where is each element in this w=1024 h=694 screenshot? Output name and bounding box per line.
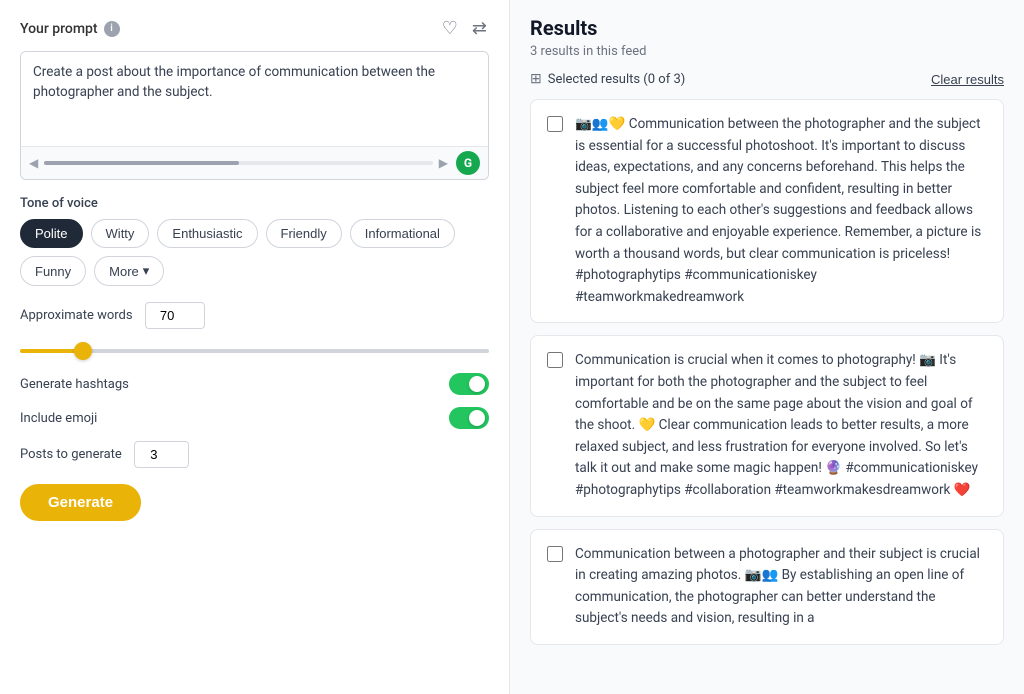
posts-to-generate-label: Posts to generate [20, 447, 122, 462]
generate-hashtags-row: Generate hashtags [20, 373, 489, 395]
right-panel: Results 3 results in this feed ⊞ Selecte… [510, 0, 1024, 694]
approx-words-label: Approximate words [20, 308, 133, 323]
result-checkbox-3[interactable] [547, 546, 563, 562]
tone-btn-polite[interactable]: Polite [20, 219, 83, 248]
share-button[interactable]: ⇄ [470, 16, 489, 41]
scroll-left-arrow[interactable]: ◀ [29, 156, 38, 170]
result-text-1: 📷👥💛 Communication between the photograph… [575, 114, 987, 308]
selected-results[interactable]: ⊞ Selected results (0 of 3) [530, 71, 685, 87]
approx-words-row: Approximate words [20, 302, 489, 329]
include-emoji-label: Include emoji [20, 411, 97, 426]
include-emoji-row: Include emoji [20, 407, 489, 429]
results-count: 3 results in this feed [530, 44, 1004, 59]
tone-btn-more[interactable]: More ▾ [94, 256, 164, 286]
result-checkbox-2[interactable] [547, 352, 563, 368]
result-checkbox-1[interactable] [547, 116, 563, 132]
prompt-header: Your prompt i ♡ ⇄ [20, 16, 489, 41]
tone-btn-funny[interactable]: Funny [20, 256, 86, 286]
expand-icon: ⊞ [530, 71, 542, 87]
selected-results-label: Selected results (0 of 3) [548, 72, 686, 87]
textarea-footer: ◀ ▶ G [21, 146, 488, 179]
tone-btn-witty[interactable]: Witty [91, 219, 150, 248]
slider-wrapper [20, 341, 489, 357]
scroll-right-arrow[interactable]: ▶ [439, 156, 448, 170]
words-input[interactable] [145, 302, 205, 329]
include-emoji-toggle[interactable] [449, 407, 489, 429]
info-icon[interactable]: i [104, 21, 120, 37]
favorite-button[interactable]: ♡ [440, 16, 460, 41]
generate-hashtags-toggle[interactable] [449, 373, 489, 395]
result-card-2: Communication is crucial when it comes t… [530, 335, 1004, 516]
tone-buttons: Polite Witty Enthusiastic Friendly Infor… [20, 219, 489, 286]
prompt-title-row: Your prompt i [20, 21, 120, 37]
prompt-title-text: Your prompt [20, 21, 98, 37]
generate-button[interactable]: Generate [20, 484, 141, 521]
result-card-1: 📷👥💛 Communication between the photograph… [530, 99, 1004, 323]
results-title: Results [530, 16, 1004, 40]
tone-btn-informational[interactable]: Informational [350, 219, 455, 248]
grammarly-icon[interactable]: G [456, 151, 480, 175]
posts-to-generate-row: Posts to generate [20, 441, 489, 468]
tone-btn-friendly[interactable]: Friendly [266, 219, 342, 248]
toggle-slider-hashtags [449, 373, 489, 395]
result-text-2: Communication is crucial when it comes t… [575, 350, 987, 501]
posts-input[interactable] [134, 441, 189, 468]
chevron-down-icon: ▾ [143, 263, 150, 279]
result-text-3: Communication between a photographer and… [575, 544, 987, 630]
tone-label: Tone of voice [20, 196, 489, 211]
left-panel: Your prompt i ♡ ⇄ Create a post about th… [0, 0, 510, 694]
results-toolbar: ⊞ Selected results (0 of 3) Clear result… [530, 71, 1004, 87]
tone-btn-enthusiastic[interactable]: Enthusiastic [157, 219, 257, 248]
toggle-slider-emoji [449, 407, 489, 429]
prompt-textarea[interactable]: Create a post about the importance of co… [21, 52, 488, 142]
generate-hashtags-label: Generate hashtags [20, 377, 129, 392]
clear-results-button[interactable]: Clear results [931, 72, 1004, 87]
result-card-3: Communication between a photographer and… [530, 529, 1004, 645]
header-actions: ♡ ⇄ [440, 16, 489, 41]
words-slider[interactable] [20, 349, 489, 353]
prompt-textarea-wrapper: Create a post about the importance of co… [20, 51, 489, 180]
